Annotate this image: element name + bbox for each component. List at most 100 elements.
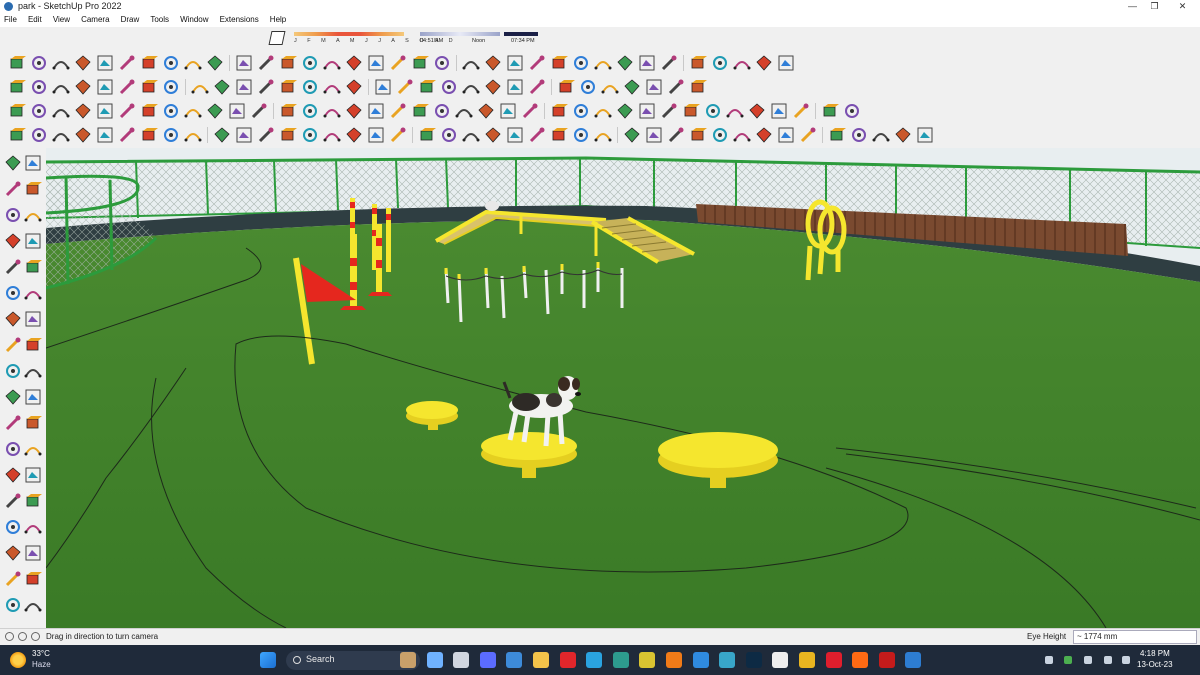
menu-window[interactable]: Window [176, 13, 212, 27]
cube-icon[interactable] [660, 54, 678, 72]
task-view-icon[interactable] [453, 652, 470, 668]
move-icon[interactable] [4, 362, 22, 380]
chamfer-icon[interactable] [257, 54, 275, 72]
paw-icon[interactable] [733, 126, 751, 144]
follow-me-icon[interactable] [74, 54, 92, 72]
slab-icon[interactable] [323, 126, 341, 144]
chair-icon[interactable] [484, 126, 502, 144]
time-slider[interactable] [420, 32, 500, 36]
crayon-icon[interactable] [206, 102, 224, 120]
protractor-icon[interactable] [4, 440, 22, 458]
polygon-icon[interactable] [24, 284, 42, 302]
tree-icon[interactable] [528, 126, 546, 144]
line-icon[interactable] [4, 232, 22, 250]
smooth-icon[interactable] [345, 102, 363, 120]
table-icon[interactable] [645, 126, 663, 144]
pan-icon[interactable] [345, 78, 363, 96]
stairs-icon[interactable] [411, 54, 429, 72]
chrome-icon[interactable] [799, 652, 815, 668]
contour-icon[interactable] [235, 126, 253, 144]
menu-tools[interactable]: Tools [146, 13, 173, 27]
dog-icon[interactable] [711, 126, 729, 144]
menu-edit[interactable]: Edit [24, 13, 46, 27]
freehand-icon[interactable] [24, 232, 42, 250]
door-icon[interactable] [462, 126, 480, 144]
wave-icon[interactable] [455, 102, 473, 120]
plate-icon[interactable] [345, 126, 363, 144]
rotate-icon[interactable] [213, 78, 231, 96]
weather-condition[interactable]: Haze [32, 660, 51, 669]
select-icon[interactable] [30, 78, 48, 96]
component-icon[interactable] [4, 206, 22, 224]
sandbox-icon[interactable] [4, 596, 22, 614]
pad-icon[interactable] [916, 126, 934, 144]
orbit-icon[interactable] [323, 78, 341, 96]
walk-icon[interactable] [4, 544, 22, 562]
axes-icon[interactable] [4, 466, 22, 484]
layers-icon[interactable] [418, 78, 436, 96]
recorder-icon[interactable] [878, 652, 895, 668]
clock-date[interactable]: 13-Oct-23 [1137, 660, 1173, 669]
file-explorer-icon[interactable] [533, 652, 549, 668]
xray-icon[interactable] [689, 78, 707, 96]
diamond-icon[interactable] [301, 126, 319, 144]
solid-union-icon[interactable] [484, 78, 502, 96]
entity-icon[interactable] [162, 102, 180, 120]
menu-draw[interactable]: Draw [117, 13, 144, 27]
paste-icon[interactable] [30, 126, 48, 144]
loft-icon[interactable] [345, 54, 363, 72]
curve-path-icon[interactable] [433, 102, 451, 120]
arrow-curve-icon[interactable] [184, 54, 202, 72]
sticky-notes-icon[interactable] [639, 652, 656, 668]
polyline-icon[interactable] [323, 102, 341, 120]
eraser-icon[interactable] [24, 180, 42, 198]
stamp-icon[interactable] [52, 126, 70, 144]
material-icon[interactable] [821, 102, 839, 120]
shell-icon[interactable] [462, 54, 480, 72]
telegram-icon[interactable] [586, 652, 603, 668]
mesh-icon[interactable] [257, 126, 275, 144]
ramp-icon[interactable] [828, 126, 846, 144]
bone-icon[interactable] [755, 126, 773, 144]
sun-icon[interactable] [748, 102, 766, 120]
garage-icon[interactable] [777, 54, 795, 72]
orbit-icon[interactable] [24, 154, 42, 172]
tray-app-icon[interactable] [1064, 656, 1072, 664]
pattern-icon[interactable] [616, 54, 634, 72]
tunnel-icon[interactable] [799, 126, 817, 144]
arc-icon[interactable] [8, 54, 26, 72]
component-icon[interactable] [30, 102, 48, 120]
eraser-icon[interactable] [52, 54, 70, 72]
start-button-icon[interactable] [260, 652, 276, 668]
pinterest-icon[interactable] [825, 652, 842, 668]
media-icon[interactable] [719, 652, 736, 668]
push-pull-icon[interactable] [24, 362, 42, 380]
arc-icon[interactable] [96, 78, 114, 96]
inkscape-icon[interactable] [772, 652, 789, 668]
warehouse-icon[interactable] [733, 54, 751, 72]
layer-icon[interactable] [140, 102, 158, 120]
scale-icon[interactable] [24, 388, 42, 406]
twist-icon[interactable] [550, 102, 568, 120]
scenes-icon[interactable] [440, 78, 458, 96]
select-icon[interactable] [4, 154, 22, 172]
section-plane-icon[interactable] [8, 102, 26, 120]
look-around-icon[interactable] [24, 544, 42, 562]
search-icon[interactable] [8, 78, 26, 96]
footprint-icon[interactable] [4, 570, 22, 588]
chevron-up-icon[interactable] [1045, 656, 1053, 664]
zoom-icon[interactable] [4, 492, 22, 510]
follow-icon[interactable] [162, 78, 180, 96]
3d-viewport[interactable] [46, 148, 1200, 628]
column-icon[interactable] [528, 54, 546, 72]
section-icon[interactable] [24, 466, 42, 484]
dimension-icon[interactable] [24, 440, 42, 458]
widgets-icon[interactable] [426, 652, 443, 668]
hoop-icon[interactable] [894, 126, 912, 144]
zigzag-icon[interactable] [477, 102, 495, 120]
info-icon[interactable] [5, 632, 14, 641]
wifi-icon[interactable] [1104, 656, 1112, 664]
hurdle-icon[interactable] [777, 126, 795, 144]
opera-icon[interactable] [559, 652, 576, 668]
offset-icon[interactable] [96, 54, 114, 72]
